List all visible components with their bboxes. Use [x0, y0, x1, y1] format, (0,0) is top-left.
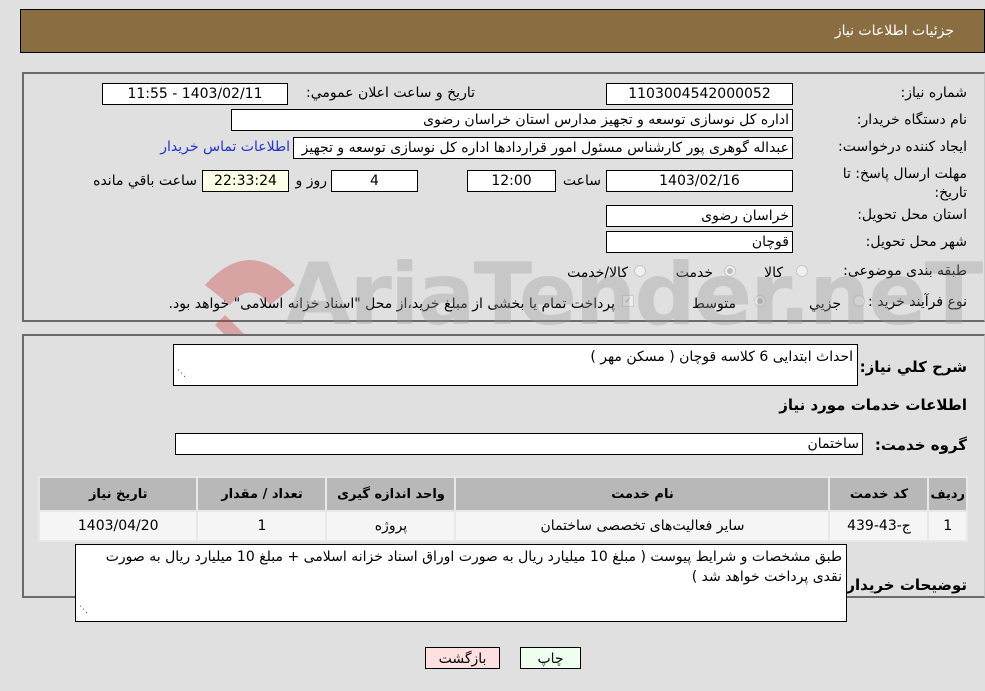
- category-option-service: خدمت: [675, 265, 713, 281]
- remaining-label: ساعت باقي مانده: [93, 173, 197, 189]
- category-radio-goods[interactable]: [796, 265, 808, 277]
- remaining-time-field: 22:33:24: [202, 170, 289, 192]
- resize-grip-icon[interactable]: ⋰: [79, 600, 88, 620]
- province-field: خراسان رضوی: [606, 205, 793, 227]
- print-button[interactable]: چاپ: [520, 647, 581, 669]
- process-radio-minor[interactable]: [853, 295, 865, 307]
- cell-service-code: ج-43-439: [828, 510, 930, 542]
- payment-checkbox[interactable]: ✓: [622, 295, 634, 307]
- services-heading: اطلاعات خدمات مورد نیاز: [779, 396, 967, 414]
- days-field: 4: [331, 170, 418, 192]
- process-radio-medium[interactable]: [754, 295, 766, 307]
- process-label: نوع فرآیند خرید :: [868, 294, 967, 310]
- category-radio-goods-service[interactable]: [634, 265, 646, 277]
- col-header-service-name: نام خدمت: [454, 476, 831, 512]
- deadline-label: مهلت ارسال پاسخ: تا تاریخ:: [842, 166, 967, 201]
- deadline-date-field: 1403/02/16: [606, 170, 793, 192]
- city-label: شهر محل تحویل:: [865, 234, 967, 250]
- page-title: جزئیات اطلاعات نیاز: [834, 23, 954, 39]
- summary-text: احداث ابتدایی 6 کلاسه قوچان ( مسکن مهر ): [590, 349, 853, 365]
- deadline-time-field: 12:00: [467, 170, 556, 192]
- service-group-label: گروه خدمت:: [874, 436, 967, 454]
- table-header-row: ردیف کد خدمت نام خدمت واحد اندازه گیری ت…: [37, 476, 968, 512]
- time-label: ساعت: [562, 173, 601, 189]
- buyer-org-field: اداره کل نوسازی توسعه و تجهیز مدارس استا…: [231, 109, 793, 131]
- service-group-field: ساختمان: [175, 433, 863, 455]
- category-option-goods: کالا: [764, 265, 783, 281]
- process-option-medium: متوسط: [692, 296, 736, 312]
- cell-unit: پروژه: [325, 510, 457, 542]
- buyer-notes-label: توضیحات خریدار:: [840, 576, 967, 594]
- category-label: طبقه بندی موضوعی:: [843, 263, 967, 279]
- process-option-minor: جزيي: [809, 296, 841, 312]
- buyer-contact-link[interactable]: اطلاعات تماس خریدار: [160, 139, 290, 155]
- category-option-goods-service: کالا/خدمت: [567, 265, 628, 281]
- announce-datetime-field: 1403/02/11 - 11:55: [102, 83, 288, 105]
- services-table: ردیف کد خدمت نام خدمت واحد اندازه گیری ت…: [37, 476, 968, 542]
- province-label: استان محل تحویل:: [857, 207, 967, 223]
- need-number-field: 1103004542000052: [606, 83, 793, 105]
- col-header-unit: واحد اندازه گیری: [325, 476, 457, 512]
- cell-need-date: 1403/04/20: [37, 510, 199, 542]
- need-number-label: شماره نیاز:: [900, 85, 968, 101]
- col-header-need-date: تاریخ نیاز: [37, 476, 199, 512]
- summary-label: شرح کلي نیاز:: [859, 358, 967, 376]
- table-row: 1 ج-43-439 سایر فعالیت‌های تخصصی ساختمان…: [37, 510, 968, 542]
- summary-textarea[interactable]: احداث ابتدایی 6 کلاسه قوچان ( مسکن مهر )…: [173, 344, 858, 386]
- payment-note: پرداخت تمام یا بخشی از مبلغ خرید،از محل …: [168, 296, 615, 312]
- buyer-notes-textarea[interactable]: طبق مشخصات و شرایط پیوست ( مبلغ 10 میلیا…: [75, 544, 847, 622]
- cell-row-number: 1: [927, 510, 968, 542]
- buyer-notes-text: طبق مشخصات و شرایط پیوست ( مبلغ 10 میلیا…: [105, 549, 842, 585]
- cell-quantity: 1: [196, 510, 328, 542]
- cell-service-name: سایر فعالیت‌های تخصصی ساختمان: [454, 510, 831, 542]
- days-label: روز و: [295, 173, 328, 189]
- announce-label: تاریخ و ساعت اعلان عمومي:: [306, 85, 475, 101]
- col-header-quantity: تعداد / مقدار: [196, 476, 328, 512]
- resize-grip-icon[interactable]: ⋰: [177, 364, 186, 384]
- col-header-row-number: ردیف: [927, 476, 968, 512]
- city-field: قوچان: [606, 231, 793, 253]
- creator-field: عبداله گوهری پور کارشناس مسئول امور قرار…: [293, 137, 793, 159]
- back-button[interactable]: بازگشت: [425, 647, 500, 669]
- category-radio-service[interactable]: [724, 265, 736, 277]
- creator-label: ایجاد کننده درخواست:: [838, 139, 967, 155]
- page-header: جزئیات اطلاعات نیاز: [20, 9, 985, 53]
- buyer-org-label: نام دستگاه خریدار:: [856, 112, 967, 128]
- col-header-service-code: کد خدمت: [828, 476, 930, 512]
